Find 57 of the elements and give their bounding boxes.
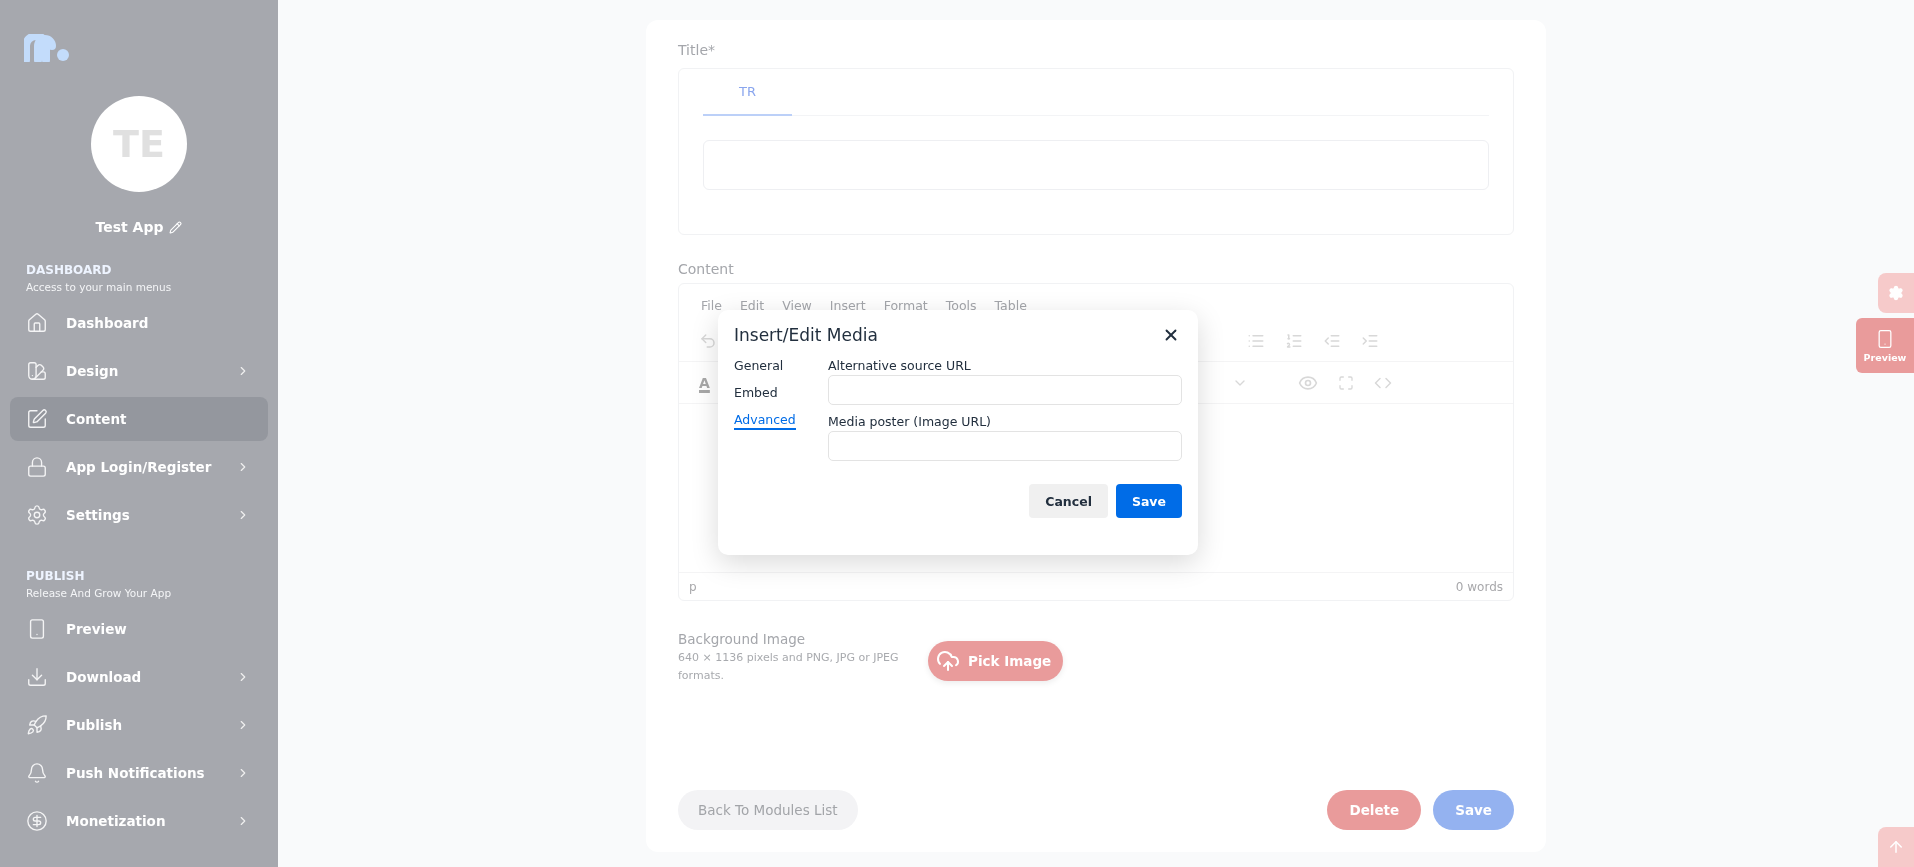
sidebar-item[interactable]: Preview	[10, 607, 268, 651]
preview-button[interactable]: Preview	[1856, 318, 1914, 373]
fullscreen-icon[interactable]	[1337, 374, 1354, 391]
app-name: Test App	[95, 219, 164, 235]
sidebar-item[interactable]: Publish	[10, 703, 268, 747]
delete-button[interactable]: Delete	[1327, 790, 1422, 830]
scroll-top-button[interactable]	[1878, 827, 1914, 867]
section-subtitle: Access to your main menus	[26, 281, 173, 293]
save-button[interactable]: Save	[1433, 790, 1514, 830]
field-label: Alternative source URL	[828, 358, 972, 373]
lock-icon	[26, 456, 48, 478]
field-label: Title*	[678, 42, 716, 58]
rocket-icon	[26, 714, 48, 736]
pick-image-button[interactable]: Pick Image	[928, 641, 1064, 681]
section-subtitle: Release And Grow Your App	[26, 587, 173, 599]
dialog-title: Insert/Edit Media	[734, 325, 878, 345]
sidebar-item[interactable]: Download	[10, 655, 268, 699]
settings-icon	[26, 504, 48, 526]
back-button[interactable]: Back To Modules List	[678, 790, 858, 830]
download-icon	[26, 666, 48, 688]
sidebar-item[interactable]: App Login/Register	[10, 445, 268, 489]
sidebar-item[interactable]: Monetization	[10, 799, 268, 843]
sidebar-item[interactable]: Dashboard	[10, 301, 268, 345]
section-title: DASHBOARD	[26, 263, 113, 277]
section-title: PUBLISH	[26, 569, 86, 583]
field-label: Background Image	[678, 631, 807, 647]
settings-icon	[1888, 285, 1904, 301]
url-input[interactable]	[828, 375, 1182, 405]
sidebar-item[interactable]: Push Notifications	[10, 751, 268, 795]
pencil-icon[interactable]	[169, 220, 183, 234]
save-button[interactable]: Save	[1115, 484, 1182, 518]
numbered-list-icon[interactable]	[1285, 331, 1303, 350]
language-tab[interactable]: TR	[703, 69, 792, 116]
menu-item[interactable]: File	[701, 298, 722, 320]
dialog-tab[interactable]: Advanced	[734, 412, 796, 430]
swatch-icon	[26, 360, 48, 382]
edit-icon	[26, 408, 48, 430]
field-label: Content	[678, 261, 735, 277]
undo-icon[interactable]	[699, 331, 717, 350]
bell-icon	[26, 762, 48, 784]
word-count: 0 words	[1455, 579, 1503, 594]
cloud-upload-icon	[936, 649, 960, 673]
dollar-icon	[26, 810, 48, 832]
dialog-tab[interactable]: General	[734, 358, 784, 376]
url-input[interactable]	[828, 431, 1182, 461]
house-icon	[26, 312, 48, 334]
field-hint: 640 × 1136 pixels and PNG, JPG or JPEG formats.	[678, 650, 900, 684]
cancel-button[interactable]: Cancel	[1029, 484, 1108, 518]
element-path: p	[689, 579, 697, 594]
settings-button[interactable]	[1878, 273, 1914, 313]
dialog-tab[interactable]: Embed	[734, 385, 778, 403]
sidebar-item[interactable]: Settings	[10, 493, 268, 537]
sidebar-item[interactable]: Content	[10, 397, 268, 441]
field-label: Media poster (Image URL)	[828, 414, 992, 429]
text-color-button[interactable]: A	[699, 374, 710, 391]
sidebar-item[interactable]: Design	[10, 349, 268, 393]
logo-icon	[24, 34, 70, 62]
